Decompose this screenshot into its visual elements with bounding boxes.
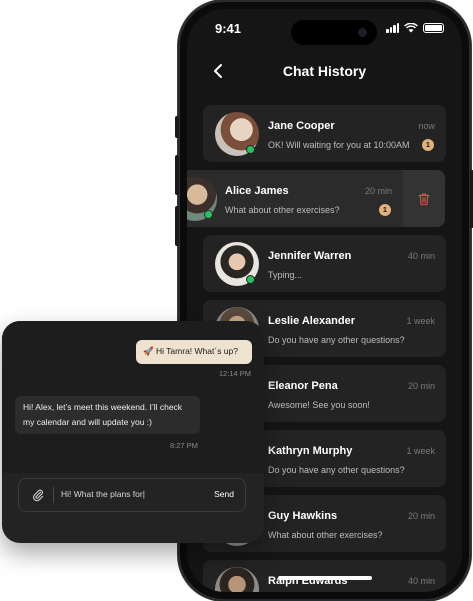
status-time: 9:41 <box>215 21 242 36</box>
chat-time: now <box>418 121 435 131</box>
stage: 9:41 Chat History Jane Cooper OK! Will w… <box>0 0 473 601</box>
chat-preview: Do you have any other questions? <box>268 335 405 345</box>
chat-name: Jennifer Warren <box>268 250 352 262</box>
chat-name: Eleanor Pena <box>268 380 338 392</box>
send-button[interactable]: Send <box>214 489 234 499</box>
chat-time: 1 week <box>406 446 435 456</box>
chat-preview: What about other exercises? <box>225 205 340 215</box>
online-indicator <box>246 275 255 284</box>
chat-name: Alice James <box>225 185 289 197</box>
chat-item-jane-cooper[interactable]: Jane Cooper OK! Will waiting for you at … <box>203 105 446 162</box>
trash-icon <box>418 192 430 205</box>
outgoing-message: 🚀 Hi Tamra! What´s up? <box>136 340 252 364</box>
chat-item-alice-james[interactable]: Alice James What about other exercises? … <box>187 170 403 227</box>
chat-panel: 🚀 Hi Tamra! What´s up? 12:14 PM Hi! Alex… <box>2 321 264 543</box>
chat-preview: OK! Will waiting for you at 10:00AM <box>268 140 410 150</box>
unread-badge: 1 <box>379 204 391 216</box>
paperclip-icon[interactable] <box>31 488 45 502</box>
chat-preview: Typing... <box>268 270 303 280</box>
status-icons <box>386 23 444 33</box>
avatar <box>215 567 259 592</box>
chat-name: Jane Cooper <box>268 120 335 132</box>
page-title: Chat History <box>282 63 367 79</box>
online-indicator <box>246 145 255 154</box>
delete-button[interactable] <box>403 170 445 227</box>
chat-time: 1 week <box>406 316 435 326</box>
chat-item-jennifer-warren[interactable]: Jennifer Warren Typing... 40 min <box>203 235 446 292</box>
message-input[interactable]: Hi! What the plans for| <box>61 489 145 499</box>
chat-preview: What about other exercises? <box>268 530 383 540</box>
battery-icon <box>423 23 444 33</box>
incoming-message: Hi! Alex, let’s meet this weekend. I’ll … <box>15 396 200 434</box>
volume-down-button <box>175 206 179 246</box>
signal-icon <box>386 23 399 33</box>
dynamic-island <box>291 20 377 45</box>
outgoing-message-time: 12:14 PM <box>218 369 251 378</box>
wifi-icon <box>404 23 418 33</box>
chat-time: 20 min <box>364 186 392 196</box>
unread-badge: 1 <box>422 139 434 151</box>
message-composer[interactable]: Hi! What the plans for| Send <box>18 478 246 512</box>
online-indicator <box>204 210 213 219</box>
chat-time: 40 min <box>407 251 435 261</box>
composer-divider <box>53 487 54 503</box>
chat-preview: Do you have any other questions? <box>268 465 405 475</box>
incoming-message-time: 8:27 PM <box>170 441 198 450</box>
chat-name: Guy Hawkins <box>268 510 338 522</box>
home-indicator[interactable] <box>278 576 372 580</box>
chat-time: 40 min <box>407 576 435 586</box>
chat-time: 20 min <box>407 511 435 521</box>
chat-name: Leslie Alexander <box>268 315 356 327</box>
volume-up-button <box>175 155 179 195</box>
mute-switch <box>175 116 179 138</box>
chat-name: Kathryn Murphy <box>268 445 353 457</box>
chat-preview: Awesome! See you soon! <box>268 400 370 410</box>
chat-time: 20 min <box>407 381 435 391</box>
